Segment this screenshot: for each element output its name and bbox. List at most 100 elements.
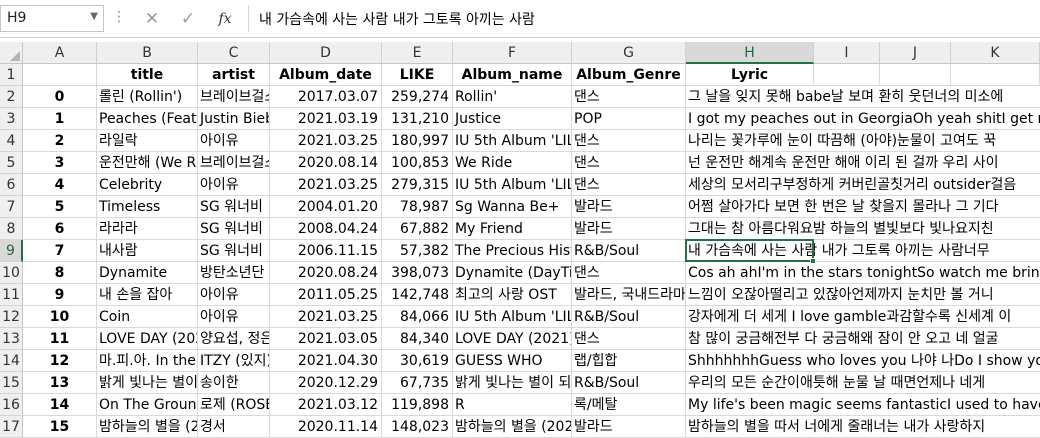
cell-lyric[interactable]: 그대는 참 아름다워요밤 하늘의 별빛보다 빛나요지친 (686, 218, 1040, 240)
cell-artist[interactable]: SG 워너비 (198, 196, 270, 218)
cell-album[interactable]: 최고의 사랑 OST (453, 284, 572, 306)
formula-input[interactable]: 내 가슴속에 사는 사람 내가 그토록 아끼는 사람 (248, 5, 1040, 32)
cell-album[interactable]: R (453, 394, 572, 416)
cell-title[interactable]: 운전만해 (We Ride) (97, 152, 198, 174)
cell-idx[interactable]: 6 (23, 218, 97, 240)
header-cell-f[interactable]: Album_name (453, 64, 572, 86)
cell-idx[interactable]: 7 (23, 240, 97, 262)
column-header-j[interactable]: J (880, 42, 951, 64)
cell-like[interactable]: 142,748 (382, 284, 453, 306)
cell-date[interactable]: 2008.04.24 (270, 218, 382, 240)
cell-genre[interactable]: 댄스 (572, 328, 686, 350)
cell-lyric[interactable]: 밤하늘의 별을 따서 너에게 줄래너는 내가 사랑하지 (686, 416, 1040, 438)
cancel-icon[interactable]: ✕ (138, 6, 166, 32)
cell-lyric[interactable]: 내 가슴속에 사는 사람 내가 그토록 아끼는 사람너무 (686, 240, 1040, 262)
cell-like[interactable]: 100,853 (382, 152, 453, 174)
cell-album[interactable]: We Ride (453, 152, 572, 174)
row-header[interactable]: 8 (0, 218, 23, 240)
cell-lyric[interactable]: 강자에게 더 세게 I love gamble과감할수록 신세계 이 (686, 306, 1040, 328)
cell-title[interactable]: 라라라 (97, 218, 198, 240)
cell-lyric[interactable]: Cos ah ahI'm in the stars tonightSo watc… (686, 262, 1040, 284)
cell-date[interactable]: 2020.12.29 (270, 372, 382, 394)
cell-like[interactable]: 57,382 (382, 240, 453, 262)
cell-idx[interactable]: 11 (23, 328, 97, 350)
cell-date[interactable]: 2021.04.30 (270, 350, 382, 372)
cell-genre[interactable]: R&B/Soul (572, 240, 686, 262)
cell-date[interactable]: 2021.03.05 (270, 328, 382, 350)
cell-idx[interactable]: 13 (23, 372, 97, 394)
cell-artist[interactable]: SG 워너비 (198, 240, 270, 262)
cell-genre[interactable]: 댄스 (572, 130, 686, 152)
cell-artist[interactable]: 경서 (198, 416, 270, 438)
cell-artist[interactable]: Justin Bieber (198, 108, 270, 130)
cell-idx[interactable]: 3 (23, 152, 97, 174)
header-cell-i[interactable] (814, 64, 880, 86)
header-cell-a[interactable] (23, 64, 97, 86)
cell-genre[interactable]: 발라드 (572, 196, 686, 218)
cell-artist[interactable]: ITZY (있지) (198, 350, 270, 372)
cell-genre[interactable]: 댄스 (572, 152, 686, 174)
cell-title[interactable]: Peaches (Feat. Daniel Caesar & Giveon) (97, 108, 198, 130)
cell-album[interactable]: Dynamite (DayTime Version) (453, 262, 572, 284)
cell-like[interactable]: 398,073 (382, 262, 453, 284)
cell-date[interactable]: 2021.03.12 (270, 394, 382, 416)
row-header[interactable]: 13 (0, 328, 23, 350)
cell-album[interactable]: Rollin' (453, 86, 572, 108)
cell-date[interactable]: 2021.03.25 (270, 174, 382, 196)
cell-like[interactable]: 78,987 (382, 196, 453, 218)
cell-genre[interactable]: R&B/Soul (572, 372, 686, 394)
column-header-i[interactable]: I (814, 42, 880, 64)
cell-like[interactable]: 30,619 (382, 350, 453, 372)
name-box[interactable]: H9 ▼ (0, 5, 104, 32)
column-header-k[interactable]: K (951, 42, 1040, 64)
cell-genre[interactable]: 댄스 (572, 174, 686, 196)
cell-like[interactable]: 279,315 (382, 174, 453, 196)
cell-like[interactable]: 84,066 (382, 306, 453, 328)
cell-date[interactable]: 2020.08.24 (270, 262, 382, 284)
cell-lyric[interactable]: 우리의 모든 순간이애틋해 눈물 날 때면언제나 네게 (686, 372, 1040, 394)
cell-idx[interactable]: 10 (23, 306, 97, 328)
insert-function-button[interactable]: fx (211, 6, 239, 32)
cell-title[interactable]: Celebrity (97, 174, 198, 196)
header-cell-b[interactable]: title (97, 64, 198, 86)
header-cell-c[interactable]: artist (198, 64, 270, 86)
cell-idx[interactable]: 15 (23, 416, 97, 438)
cell-date[interactable]: 2017.03.07 (270, 86, 382, 108)
cell-idx[interactable]: 1 (23, 108, 97, 130)
row-header[interactable]: 11 (0, 284, 23, 306)
cell-lyric[interactable]: 세상의 모서리구부정하게 커버린골칫거리 outsider걸음 (686, 174, 1040, 196)
row-header[interactable]: 3 (0, 108, 23, 130)
cell-title[interactable]: Dynamite (97, 262, 198, 284)
row-header[interactable]: 2 (0, 86, 23, 108)
header-cell-e[interactable]: LIKE (382, 64, 453, 86)
row-header[interactable]: 12 (0, 306, 23, 328)
cell-lyric[interactable]: 나리는 꽃가루에 눈이 따끔해 (아야)눈물이 고여도 꾹 (686, 130, 1040, 152)
cell-idx[interactable]: 0 (23, 86, 97, 108)
cell-idx[interactable]: 4 (23, 174, 97, 196)
cell-artist[interactable]: 방탄소년단 (198, 262, 270, 284)
cell-artist[interactable]: SG 워너비 (198, 218, 270, 240)
cell-lyric[interactable]: My life's been magic seems fantasticI us… (686, 394, 1040, 416)
cell-like[interactable]: 148,023 (382, 416, 453, 438)
column-header-d[interactable]: D (270, 42, 382, 64)
cell-title[interactable]: Coin (97, 306, 198, 328)
cell-like[interactable]: 131,210 (382, 108, 453, 130)
cell-lyric[interactable]: 참 많이 궁금해전부 다 궁금해왜 잠이 안 오고 네 얼굴 (686, 328, 1040, 350)
cell-artist[interactable]: 브레이브걸스 (198, 86, 270, 108)
cell-genre[interactable]: 댄스 (572, 262, 686, 284)
cell-like[interactable]: 119,898 (382, 394, 453, 416)
row-header[interactable]: 16 (0, 394, 23, 416)
cell-date[interactable]: 2021.03.25 (270, 306, 382, 328)
cell-genre[interactable]: POP (572, 108, 686, 130)
cell-artist[interactable]: 양요섭, 정은지 (198, 328, 270, 350)
row-header[interactable]: 5 (0, 152, 23, 174)
cell-album[interactable]: IU 5th Album 'LILAC' (453, 130, 572, 152)
cell-lyric[interactable]: ShhhhhhhGuess who loves you 나야 나Do I sho… (686, 350, 1040, 372)
cell-album[interactable]: The Precious History (453, 240, 572, 262)
cell-album[interactable]: 밤하늘의 별을 (2020) (453, 416, 572, 438)
row-header[interactable]: 6 (0, 174, 23, 196)
row-header[interactable]: 9 (0, 240, 23, 262)
cell-idx[interactable]: 12 (23, 350, 97, 372)
cell-album[interactable]: My Friend (453, 218, 572, 240)
cell-album[interactable]: Sg Wanna Be+ (453, 196, 572, 218)
